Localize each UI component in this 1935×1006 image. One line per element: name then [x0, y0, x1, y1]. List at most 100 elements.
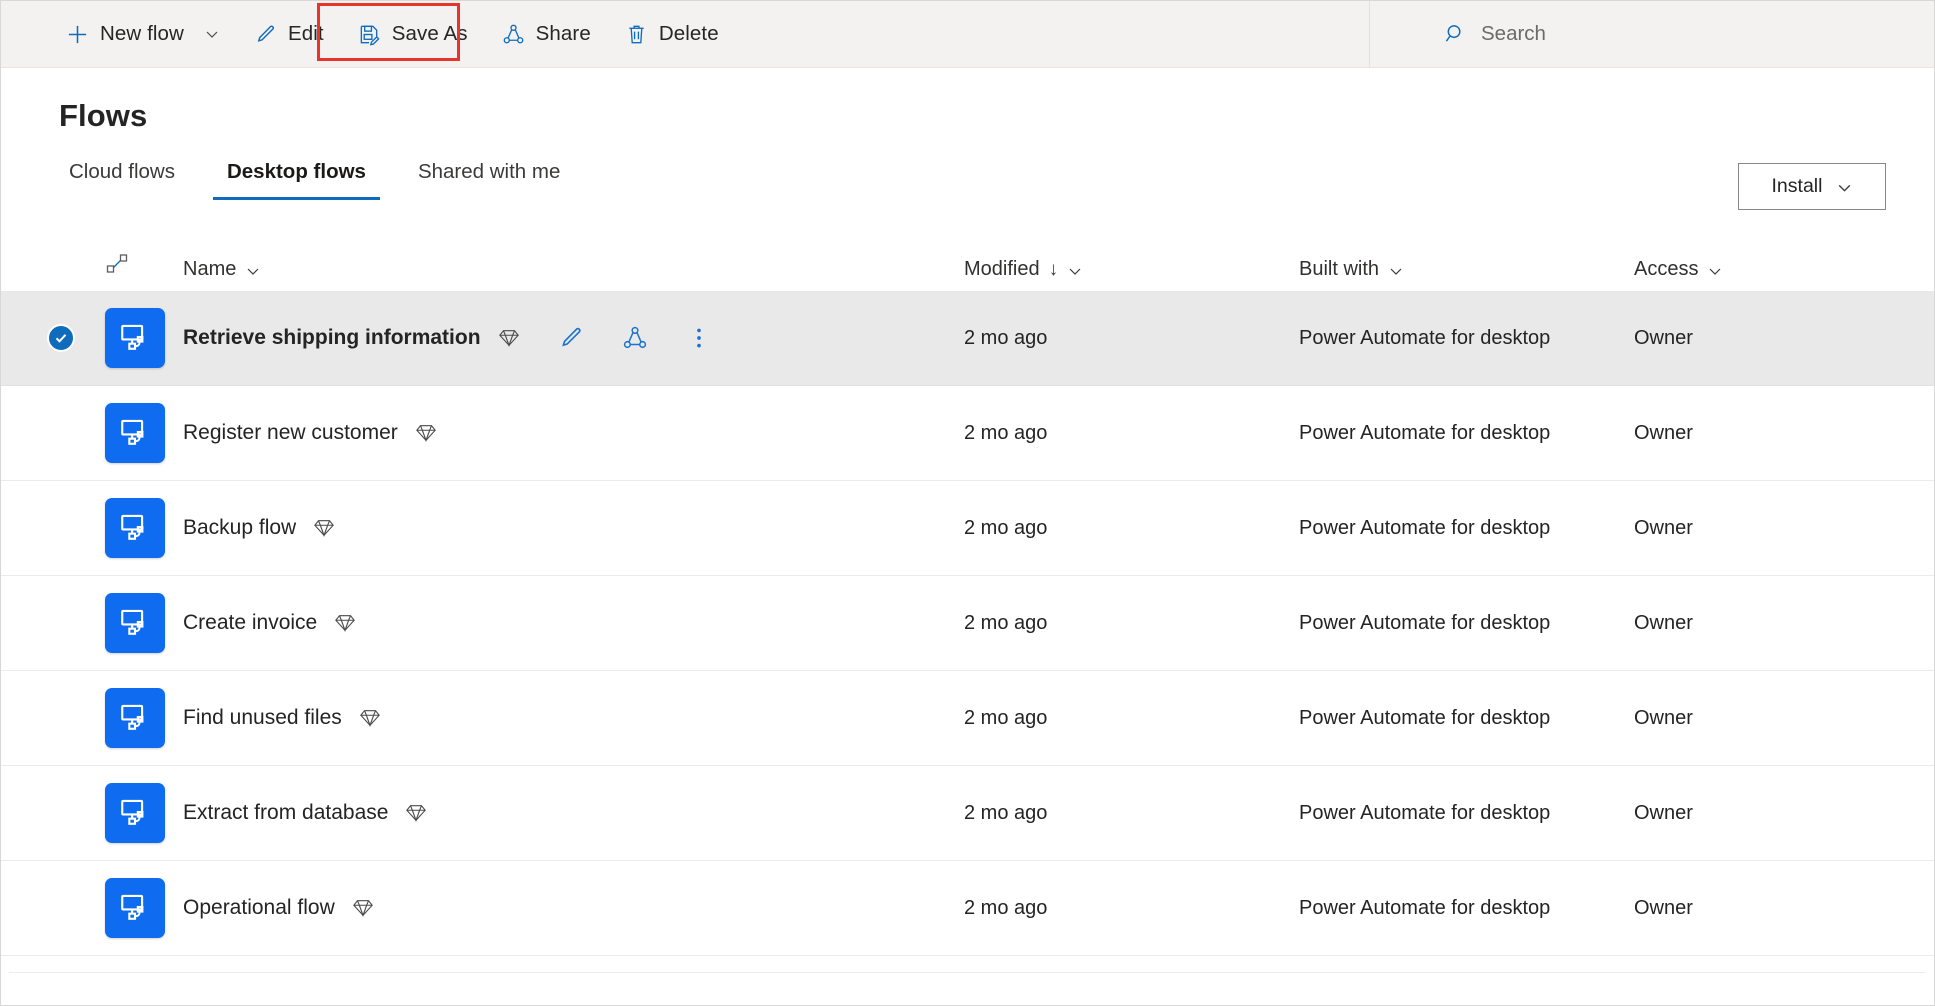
access-value: Owner — [1634, 421, 1693, 444]
row-flow-type-icon — [105, 308, 183, 368]
row-select-checkbox[interactable] — [47, 324, 105, 352]
row-access-cell: Owner — [1634, 327, 1894, 350]
header-modified-column[interactable]: Modified ↓ — [964, 258, 1299, 281]
row-flow-type-icon — [105, 688, 183, 748]
header-name-label: Name — [183, 258, 237, 280]
row-built-with-cell: Power Automate for desktop — [1299, 897, 1634, 920]
table-row[interactable]: Create invoice 2 mo ago Power Automate f… — [1, 576, 1934, 671]
checkmark-icon[interactable] — [47, 324, 75, 352]
row-name-cell[interactable]: Create invoice — [183, 611, 964, 635]
table-row[interactable]: Operational flow 2 mo ago Power Automate… — [1, 861, 1934, 956]
plus-icon — [66, 23, 89, 46]
flow-name-link[interactable]: Operational flow — [183, 896, 335, 920]
built-with-value: Power Automate for desktop — [1299, 516, 1551, 539]
row-more-icon[interactable] — [686, 325, 712, 351]
row-modified-cell: 2 mo ago — [964, 707, 1299, 730]
row-modified-cell: 2 mo ago — [964, 897, 1299, 920]
row-modified-cell: 2 mo ago — [964, 802, 1299, 825]
premium-diamond-icon — [415, 422, 437, 444]
row-modified-cell: 2 mo ago — [964, 612, 1299, 635]
header-built-with-cell[interactable]: Built with — [1299, 258, 1634, 281]
desktop-flow-icon — [105, 308, 165, 368]
delete-label: Delete — [658, 22, 719, 45]
row-access-cell: Owner — [1634, 897, 1894, 920]
modified-value: 2 mo ago — [964, 896, 1048, 919]
trash-icon — [625, 23, 648, 46]
premium-diamond-icon — [498, 327, 520, 349]
header-access-cell[interactable]: Access — [1634, 258, 1894, 281]
access-value: Owner — [1634, 611, 1693, 634]
chevron-down-icon — [1388, 262, 1404, 278]
row-access-cell: Owner — [1634, 422, 1894, 445]
row-access-cell: Owner — [1634, 707, 1894, 730]
row-name-cell[interactable]: Register new customer — [183, 421, 964, 445]
install-button[interactable]: Install — [1738, 163, 1886, 210]
new-flow-button[interactable]: New flow — [49, 1, 237, 67]
chevron-down-icon — [1836, 179, 1852, 195]
row-share-icon[interactable] — [622, 325, 648, 351]
row-access-cell: Owner — [1634, 802, 1894, 825]
table-header-row: Name Modified ↓ Built with Access — [1, 243, 1934, 291]
tab-desktop-flows[interactable]: Desktop flows — [212, 160, 380, 200]
access-value: Owner — [1634, 896, 1693, 919]
row-action-buttons — [558, 325, 712, 351]
search-icon — [1444, 23, 1467, 46]
built-with-value: Power Automate for desktop — [1299, 896, 1551, 919]
edit-button[interactable]: Edit — [237, 1, 341, 67]
modified-value: 2 mo ago — [964, 421, 1048, 444]
page-title: Flows — [59, 98, 148, 133]
row-name-cell[interactable]: Backup flow — [183, 516, 964, 540]
access-value: Owner — [1634, 706, 1693, 729]
tab-cloud-flows[interactable]: Cloud flows — [55, 160, 189, 200]
access-value: Owner — [1634, 801, 1693, 824]
flow-name-link[interactable]: Register new customer — [183, 421, 398, 445]
sort-descending-icon: ↓ — [1048, 258, 1059, 280]
desktop-flow-icon — [105, 593, 165, 653]
row-built-with-cell: Power Automate for desktop — [1299, 517, 1634, 540]
row-name-cell[interactable]: Extract from database — [183, 801, 964, 825]
table-row[interactable]: Find unused files 2 mo ago Power Automat… — [1, 671, 1934, 766]
header-name-column[interactable]: Name — [183, 258, 964, 281]
save-as-label: Save As — [391, 22, 468, 45]
flow-name-link[interactable]: Extract from database — [183, 801, 388, 825]
desktop-flow-icon — [105, 498, 165, 558]
table-row[interactable]: Backup flow 2 mo ago Power Automate for … — [1, 481, 1934, 576]
row-edit-icon[interactable] — [558, 325, 584, 351]
row-name-cell[interactable]: Operational flow — [183, 896, 964, 920]
header-type-column[interactable] — [105, 252, 183, 281]
row-name-cell[interactable]: Find unused files — [183, 706, 964, 730]
flow-name-link[interactable]: Backup flow — [183, 516, 296, 540]
flow-name-link[interactable]: Retrieve shipping information — [183, 326, 481, 350]
search-input[interactable] — [1481, 22, 1811, 46]
tab-shared-with-me[interactable]: Shared with me — [404, 160, 574, 200]
new-flow-label: New flow — [100, 22, 184, 45]
chevron-down-icon — [204, 26, 220, 42]
flow-name-link[interactable]: Create invoice — [183, 611, 317, 635]
save-as-button[interactable]: Save As — [341, 1, 485, 67]
row-modified-cell: 2 mo ago — [964, 422, 1299, 445]
header-name-cell[interactable]: Name — [183, 258, 261, 281]
flow-name-link[interactable]: Find unused files — [183, 706, 342, 730]
delete-button[interactable]: Delete — [608, 1, 736, 67]
command-bar-items: New flow Edit Save As Share Delete — [1, 1, 736, 67]
chevron-down-icon — [245, 262, 261, 278]
table-row[interactable]: Extract from database 2 mo ago Power Aut… — [1, 766, 1934, 861]
header-modified-cell[interactable]: Modified ↓ — [964, 258, 1299, 281]
row-built-with-cell: Power Automate for desktop — [1299, 802, 1634, 825]
header-access-column[interactable]: Access — [1634, 258, 1894, 281]
table-row[interactable]: Register new customer 2 mo ago Power Aut… — [1, 386, 1934, 481]
table-row[interactable]: Retrieve shipping information 2 mo ago P… — [1, 291, 1934, 386]
row-name-cell[interactable]: Retrieve shipping information — [183, 325, 964, 351]
row-access-cell: Owner — [1634, 612, 1894, 635]
tab-bar: Cloud flows Desktop flows Shared with me — [1, 160, 1934, 200]
desktop-flow-icon — [105, 783, 165, 843]
desktop-flow-icon — [105, 688, 165, 748]
share-button[interactable]: Share — [485, 1, 608, 67]
header-built-with-column[interactable]: Built with — [1299, 258, 1634, 281]
premium-diamond-icon — [313, 517, 335, 539]
access-value: Owner — [1634, 516, 1693, 539]
row-built-with-cell: Power Automate for desktop — [1299, 612, 1634, 635]
search-box[interactable] — [1369, 1, 1934, 67]
modified-value: 2 mo ago — [964, 801, 1048, 824]
row-modified-cell: 2 mo ago — [964, 327, 1299, 350]
